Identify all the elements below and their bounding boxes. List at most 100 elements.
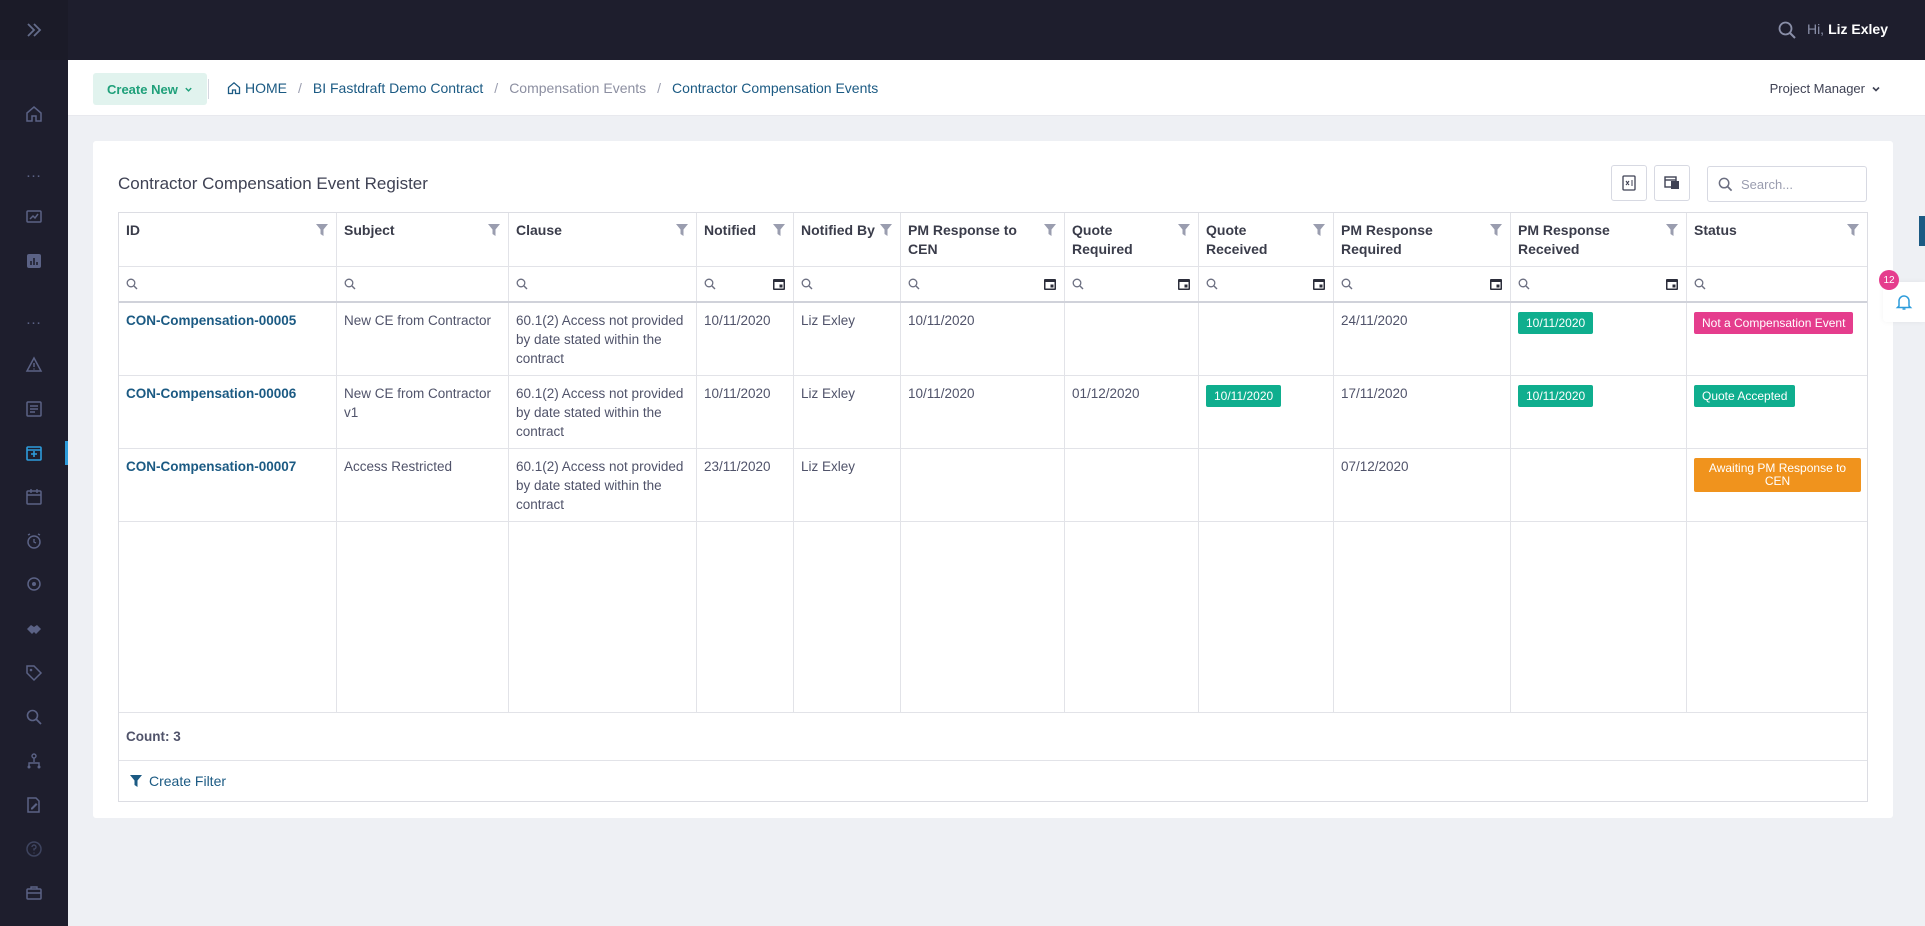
- column-header-status[interactable]: Status: [1687, 213, 1867, 266]
- column-header-quote-received[interactable]: Quote Received: [1199, 213, 1334, 266]
- search-icon: [1694, 278, 1706, 290]
- sidebar-item-briefcase[interactable]: [0, 878, 68, 908]
- filter-cell-subject[interactable]: [337, 267, 509, 301]
- export-excel-button[interactable]: [1611, 165, 1647, 201]
- filter-icon[interactable]: [1043, 223, 1057, 237]
- cell-id[interactable]: CON-Compensation-00005: [119, 303, 337, 375]
- cell-quote-received: [1199, 303, 1334, 375]
- sidebar-item-organisation[interactable]: [0, 746, 68, 776]
- column-header-pm-response-cen[interactable]: PM Response to CEN: [901, 213, 1065, 266]
- filter-icon[interactable]: [1489, 223, 1503, 237]
- filter-cell-pm-response-cen[interactable]: [901, 267, 1065, 301]
- create-filter-button[interactable]: Create Filter: [119, 761, 1867, 801]
- filter-icon[interactable]: [487, 223, 501, 237]
- sidebar-item-compensation-events[interactable]: [0, 438, 68, 468]
- grid-search-box[interactable]: [1707, 166, 1867, 202]
- sidebar-toggle-button[interactable]: [0, 0, 68, 60]
- calendar-icon[interactable]: [1177, 277, 1191, 291]
- cell-status: Quote Accepted: [1687, 376, 1867, 448]
- sidebar-section-dots: …: [25, 164, 43, 181]
- filter-cell-pm-response-required[interactable]: [1334, 267, 1511, 301]
- column-header-pm-response-required[interactable]: PM Response Required: [1334, 213, 1511, 266]
- search-icon[interactable]: [1777, 20, 1797, 40]
- sidebar-item-help[interactable]: [0, 834, 68, 864]
- column-header-notified-by[interactable]: Notified By: [794, 213, 901, 266]
- calendar-icon[interactable]: [1312, 277, 1326, 291]
- excel-export-icon: [1622, 175, 1636, 191]
- create-new-button[interactable]: Create New: [93, 73, 207, 105]
- column-header-notified[interactable]: Notified: [697, 213, 794, 266]
- column-header-subject[interactable]: Subject: [337, 213, 509, 266]
- bar-chart-icon: [27, 254, 41, 268]
- cell-id[interactable]: CON-Compensation-00007: [119, 449, 337, 521]
- sidebar-item-tags[interactable]: [0, 658, 68, 688]
- filter-cell-notified-by[interactable]: [794, 267, 901, 301]
- column-header-pm-response-received[interactable]: PM Response Received: [1511, 213, 1687, 266]
- home-icon: [227, 81, 241, 95]
- search-input[interactable]: [1741, 176, 1851, 192]
- edit-document-icon: [27, 797, 40, 813]
- search-icon: [516, 278, 528, 290]
- cell-id[interactable]: CON-Compensation-00006: [119, 376, 337, 448]
- column-header-quote-required[interactable]: Quote Required: [1065, 213, 1199, 266]
- filter-icon[interactable]: [772, 223, 786, 237]
- table-row[interactable]: CON-Compensation-00005 New CE from Contr…: [119, 303, 1867, 376]
- alarm-icon: [27, 533, 41, 549]
- table-row[interactable]: CON-Compensation-00007 Access Restricted…: [119, 449, 1867, 522]
- breadcrumb-home[interactable]: HOME: [227, 80, 287, 96]
- sidebar-item-warnings[interactable]: [0, 350, 68, 380]
- user-menu[interactable]: Hi, Liz Exley: [1807, 21, 1888, 37]
- empty-cell: [1065, 522, 1199, 712]
- filter-icon[interactable]: [1665, 223, 1679, 237]
- filter-cell-quote-required[interactable]: [1065, 267, 1199, 301]
- filter-icon[interactable]: [879, 223, 893, 237]
- sidebar-item-search[interactable]: [0, 702, 68, 732]
- filter-icon[interactable]: [1846, 223, 1860, 237]
- filter-cell-pm-response-received[interactable]: [1511, 267, 1687, 301]
- chevron-down-icon: [185, 87, 192, 92]
- sidebar-item-dashboard[interactable]: [0, 202, 68, 232]
- cell-pm-response-required: 24/11/2020: [1334, 303, 1511, 375]
- table-row[interactable]: CON-Compensation-00006 New CE from Contr…: [119, 376, 1867, 449]
- column-header-clause[interactable]: Clause: [509, 213, 697, 266]
- role-select[interactable]: Project Manager: [1770, 81, 1881, 96]
- tag-icon: [26, 665, 43, 682]
- filter-icon[interactable]: [315, 223, 329, 237]
- breadcrumb-compensation-events[interactable]: Compensation Events: [509, 80, 646, 96]
- filter-cell-clause[interactable]: [509, 267, 697, 301]
- filter-icon[interactable]: [1177, 223, 1191, 237]
- filter-cell-quote-received[interactable]: [1199, 267, 1334, 301]
- cell-subject: New CE from Contractor: [337, 303, 509, 375]
- calendar-icon[interactable]: [1665, 277, 1679, 291]
- page-title: Contractor Compensation Event Register: [118, 174, 428, 193]
- breadcrumb-contract[interactable]: BI Fastdraft Demo Contract: [313, 80, 483, 96]
- cell-quote-required: 01/12/2020: [1065, 376, 1199, 448]
- record-id-link[interactable]: CON-Compensation-00005: [126, 313, 296, 328]
- filter-cell-id[interactable]: [119, 267, 337, 301]
- record-id-link[interactable]: CON-Compensation-00007: [126, 459, 296, 474]
- sidebar-item-reports[interactable]: [0, 246, 68, 276]
- column-chooser-button[interactable]: [1654, 165, 1690, 201]
- column-header-id[interactable]: ID: [119, 213, 337, 266]
- empty-cell: [1687, 522, 1867, 712]
- filter-icon[interactable]: [675, 223, 689, 237]
- breadcrumb-current: Contractor Compensation Events: [672, 80, 879, 96]
- sidebar-item-alarms[interactable]: [0, 526, 68, 556]
- record-id-link[interactable]: CON-Compensation-00006: [126, 386, 296, 401]
- sidebar-item-edit-document[interactable]: [0, 790, 68, 820]
- filter-cell-notified[interactable]: [697, 267, 794, 301]
- search-icon: [1206, 278, 1218, 290]
- notifications-button[interactable]: 12: [1879, 270, 1925, 322]
- column-header-label: PM Response Required: [1341, 222, 1433, 257]
- filter-icon[interactable]: [1312, 223, 1326, 237]
- sidebar-item-calendar[interactable]: [0, 482, 68, 512]
- sidebar-item-location[interactable]: [0, 570, 68, 600]
- calendar-icon[interactable]: [1489, 277, 1503, 291]
- sidebar-item-documents[interactable]: [0, 394, 68, 424]
- cell-status: Awaiting PM Response to CEN: [1687, 449, 1867, 521]
- sidebar-item-handshake[interactable]: [0, 614, 68, 644]
- filter-cell-status[interactable]: [1687, 267, 1867, 301]
- calendar-icon[interactable]: [772, 277, 786, 291]
- calendar-icon[interactable]: [1043, 277, 1057, 291]
- sidebar-item-home[interactable]: [0, 99, 68, 129]
